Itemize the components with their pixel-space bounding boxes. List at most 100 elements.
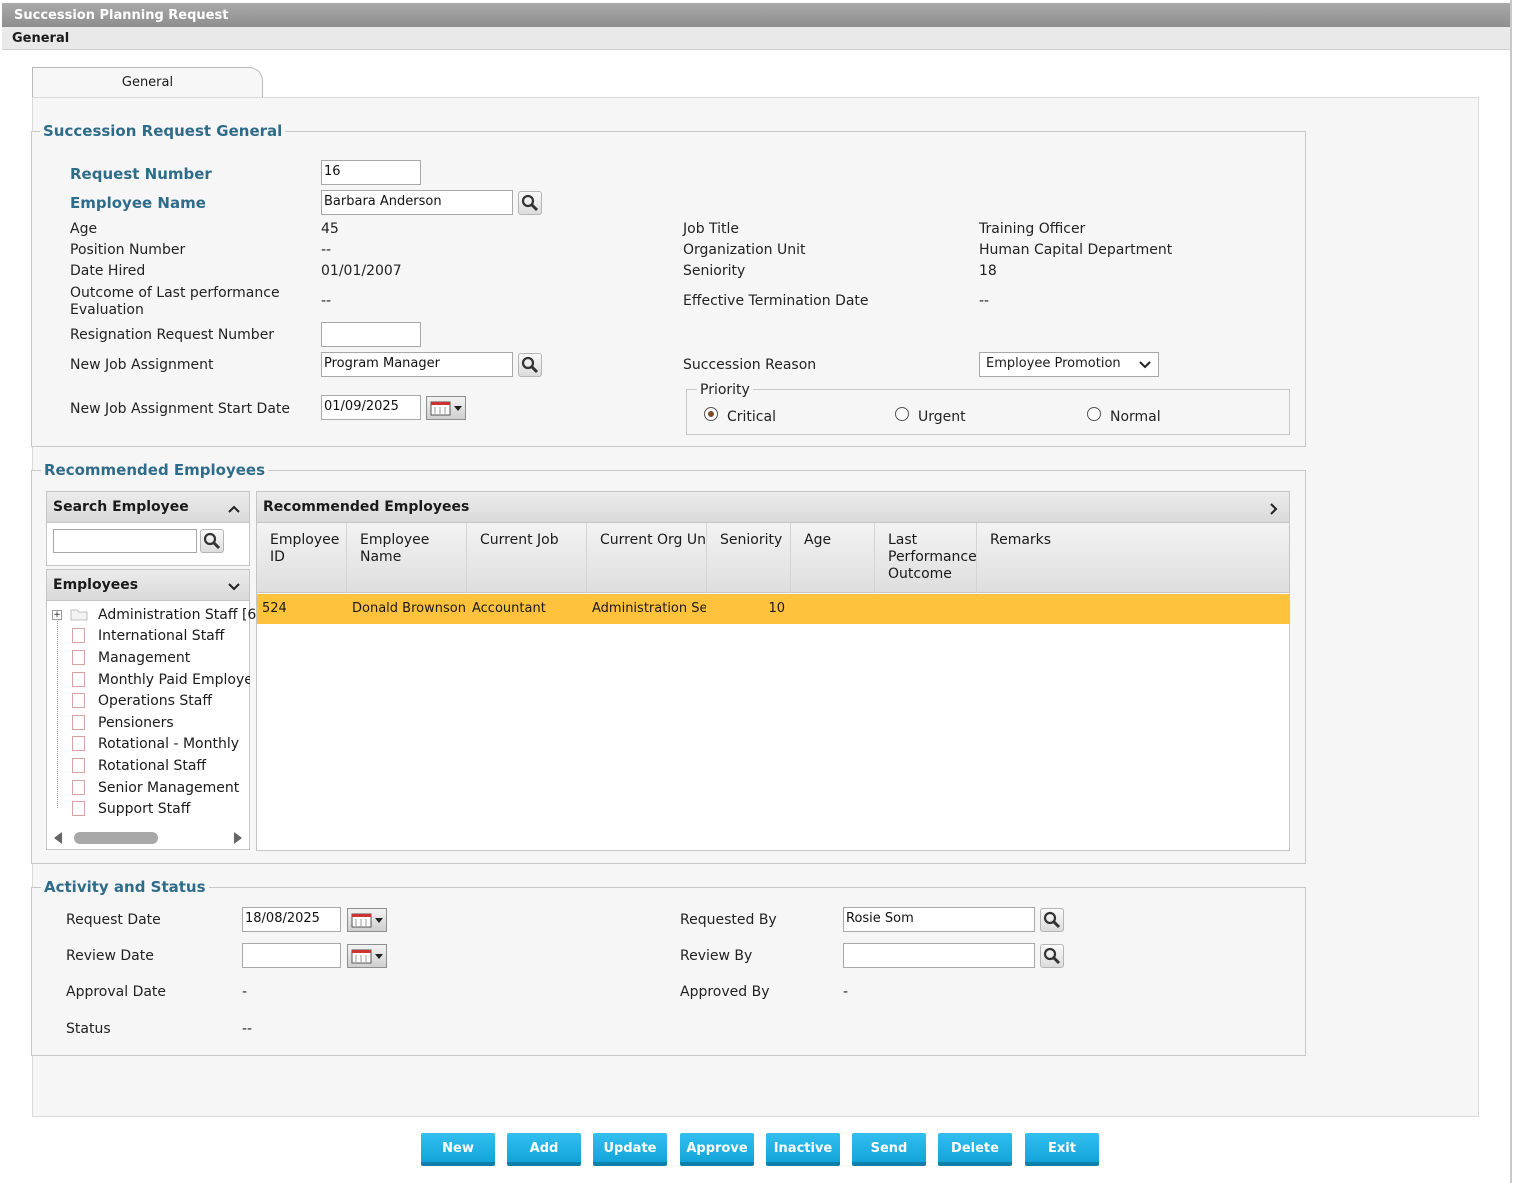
exit-button[interactable]: Exit: [1025, 1133, 1099, 1166]
resignation-request-number-input[interactable]: [321, 322, 421, 347]
tree-item-monthly-paid-employees[interactable]: Monthly Paid Employees: [98, 672, 250, 688]
priority-critical-label: Critical: [727, 409, 776, 425]
approved-by-label: Approved By: [680, 984, 770, 1000]
new-job-start-date-label: New Job Assignment Start Date: [70, 401, 291, 417]
col-employee-name[interactable]: Employee Name: [347, 523, 467, 593]
activity-status-legend: Activity and Status: [41, 878, 209, 896]
tree-item-senior-management[interactable]: Senior Management: [98, 780, 239, 796]
cell-employee-name: Donald Brownson: [352, 601, 466, 616]
col-employee-id[interactable]: Employee ID: [257, 523, 347, 593]
col-current-org-unit[interactable]: Current Org Unit: [587, 523, 707, 593]
chevron-down-icon: [1139, 361, 1151, 369]
request-date-input[interactable]: 18/08/2025: [242, 907, 341, 932]
outcome-last-eval-label-line2: Evaluation: [70, 302, 144, 318]
tree-item-rotational-staff[interactable]: Rotational Staff: [98, 758, 206, 774]
priority-urgent-radio[interactable]: [895, 407, 909, 421]
approval-date-label: Approval Date: [66, 984, 167, 1000]
recommended-grid-title: Recommended Employees: [263, 499, 470, 515]
update-button[interactable]: Update: [593, 1133, 667, 1166]
add-button[interactable]: Add: [507, 1133, 581, 1166]
new-job-assignment-input[interactable]: Program Manager: [321, 352, 513, 377]
review-by-search-button[interactable]: [1040, 944, 1064, 968]
chevron-up-icon[interactable]: [227, 504, 241, 514]
review-date-calendar-button[interactable]: [347, 944, 387, 968]
cell-seniority: 10: [768, 601, 785, 616]
request-date-label: Request Date: [66, 912, 161, 928]
cell-current-org-unit: Administration Serv: [592, 601, 706, 616]
search-icon: [203, 532, 221, 550]
approval-date-value: -: [242, 984, 248, 1000]
requested-by-input[interactable]: Rosie Som: [843, 907, 1035, 932]
tree-item-administration-staff[interactable]: Administration Staff [6]: [98, 607, 262, 623]
col-age[interactable]: Age: [791, 523, 875, 593]
request-date-calendar-button[interactable]: [347, 908, 387, 932]
priority-legend: Priority: [697, 382, 753, 398]
review-by-input[interactable]: [843, 943, 1035, 968]
tree-item-international-staff[interactable]: International Staff: [98, 628, 224, 644]
chevron-down-icon[interactable]: [227, 582, 241, 592]
priority-critical-radio[interactable]: [704, 407, 718, 421]
employee-name-search-button[interactable]: [518, 191, 542, 215]
tab-general[interactable]: General: [32, 67, 263, 98]
chevron-right-icon[interactable]: [1269, 502, 1279, 516]
document-icon: [72, 693, 85, 708]
priority-normal-radio[interactable]: [1087, 407, 1101, 421]
col-current-job[interactable]: Current Job: [467, 523, 587, 593]
inactive-button[interactable]: Inactive: [766, 1133, 840, 1166]
document-icon: [72, 650, 85, 665]
requested-by-label: Requested By: [680, 912, 777, 928]
scroll-right-icon[interactable]: [232, 831, 244, 845]
search-employee-input[interactable]: [53, 529, 197, 553]
expand-icon[interactable]: +: [52, 610, 62, 620]
tree-item-management[interactable]: Management: [98, 650, 190, 666]
document-icon: [72, 780, 85, 795]
search-employee-title: Search Employee: [53, 499, 189, 515]
succession-reason-select[interactable]: Employee Promotion: [979, 352, 1159, 377]
send-button[interactable]: Send: [852, 1133, 926, 1166]
priority-urgent-label: Urgent: [918, 409, 966, 425]
new-job-start-date-calendar-button[interactable]: [426, 396, 466, 420]
tree-item-operations-staff[interactable]: Operations Staff: [98, 693, 212, 709]
succession-reason-value: Employee Promotion: [986, 356, 1121, 371]
priority-group: [686, 389, 1290, 435]
approve-button[interactable]: Approve: [680, 1133, 754, 1166]
tree-connector-line: [57, 621, 58, 808]
new-button[interactable]: New: [421, 1133, 495, 1166]
succession-reason-label: Succession Reason: [683, 357, 817, 373]
seniority-label: Seniority: [683, 263, 746, 279]
new-job-assignment-search-button[interactable]: [518, 353, 542, 377]
calendar-icon: [351, 949, 383, 964]
review-date-label: Review Date: [66, 948, 154, 964]
window-title: Succession Planning Request: [2, 3, 1510, 27]
scrollbar-thumb[interactable]: [74, 832, 158, 844]
tree-item-pensioners[interactable]: Pensioners: [98, 715, 174, 731]
job-title-value: Training Officer: [979, 221, 1086, 237]
calendar-icon: [351, 913, 383, 928]
position-number-label: Position Number: [70, 242, 186, 258]
search-employee-panel-header[interactable]: Search Employee: [46, 491, 250, 523]
new-job-start-date-input[interactable]: 01/09/2025: [321, 395, 421, 420]
tree-horizontal-scrollbar[interactable]: [47, 827, 249, 849]
effective-termination-date-label: Effective Termination Date: [683, 293, 869, 309]
document-icon: [72, 801, 85, 816]
employees-panel-header[interactable]: Employees: [46, 569, 250, 601]
request-number-label: Request Number: [70, 165, 212, 183]
tree-item-support-staff[interactable]: Support Staff: [98, 801, 190, 817]
employee-name-input[interactable]: Barbara Anderson: [321, 190, 513, 215]
scroll-left-icon[interactable]: [52, 831, 64, 845]
document-icon: [72, 736, 85, 751]
col-last-performance-outcome[interactable]: Last Performance Outcome: [875, 523, 977, 593]
requested-by-search-button[interactable]: [1040, 908, 1064, 932]
request-number-input[interactable]: 16: [321, 160, 421, 185]
resignation-request-number-label: Resignation Request Number: [70, 327, 275, 343]
date-hired-label: Date Hired: [70, 263, 146, 279]
age-label: Age: [70, 221, 98, 237]
status-label: Status: [66, 1021, 111, 1037]
review-date-input[interactable]: [242, 943, 341, 968]
delete-button[interactable]: Delete: [938, 1133, 1012, 1166]
col-remarks[interactable]: Remarks: [977, 523, 1289, 593]
tree-item-rotational-monthly[interactable]: Rotational - Monthly: [98, 736, 239, 752]
col-seniority[interactable]: Seniority: [707, 523, 791, 593]
organization-unit-value: Human Capital Department: [979, 242, 1173, 258]
search-employee-button[interactable]: [200, 529, 224, 553]
